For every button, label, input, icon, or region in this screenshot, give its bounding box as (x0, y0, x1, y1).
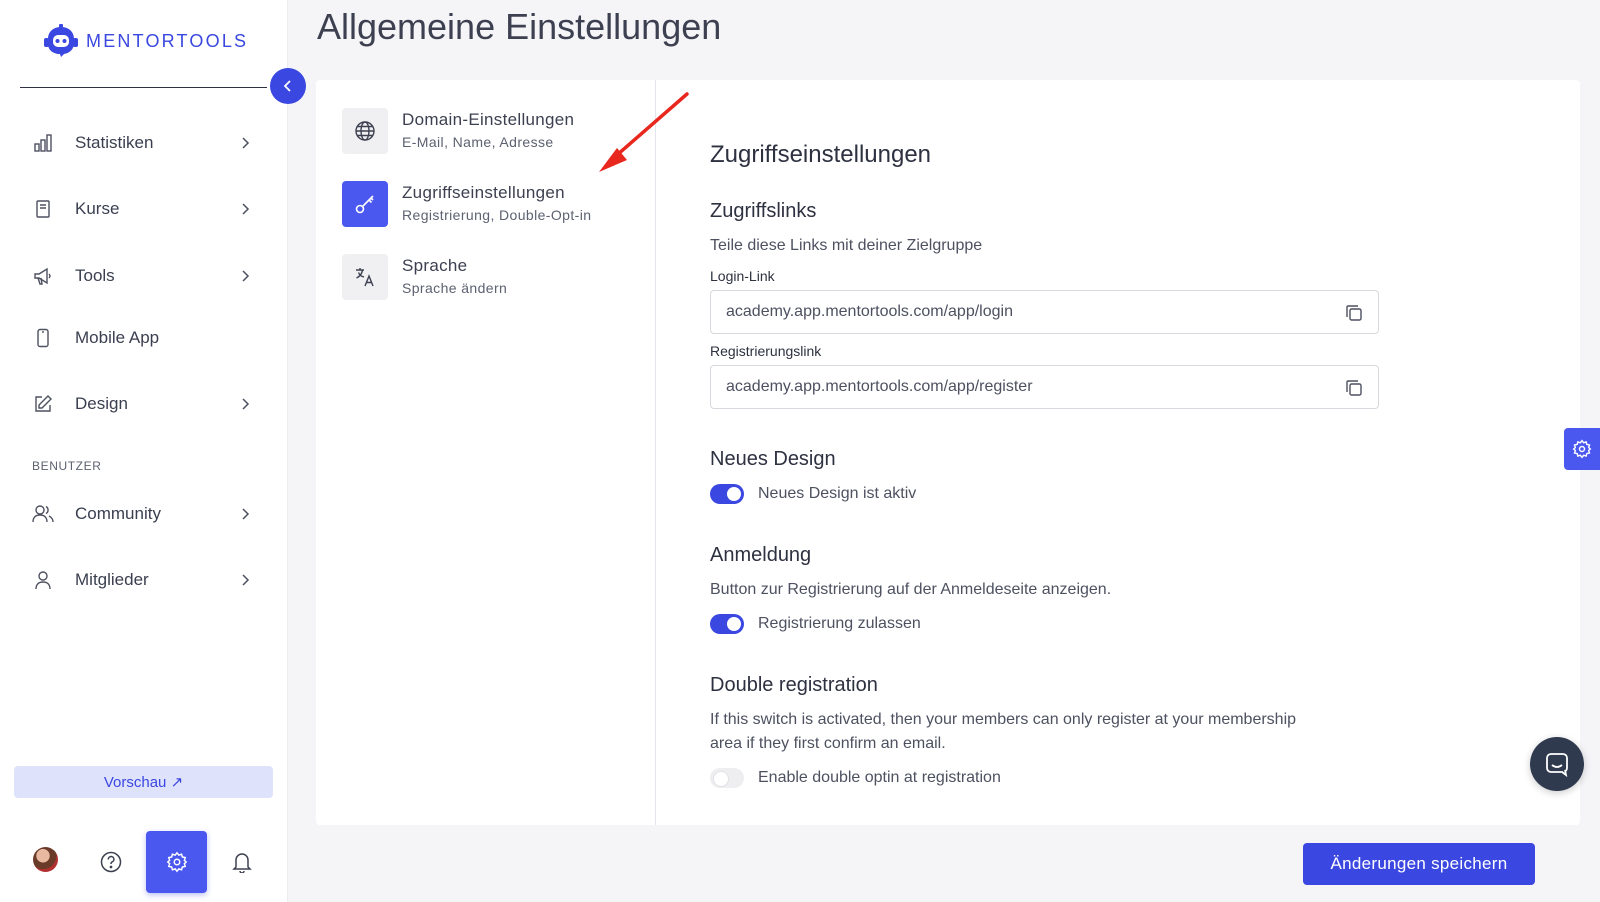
registration-toggle[interactable] (710, 614, 744, 634)
description-line: If this switch is activated, then your m… (710, 711, 1297, 728)
copy-icon[interactable] (1344, 378, 1364, 398)
double-optin-toggle-label: Enable double optin at registration (758, 769, 1001, 786)
sidebar-item-label: Tools (75, 266, 115, 285)
sidebar-item-community[interactable]: Community (32, 494, 252, 534)
settings-button[interactable] (146, 831, 207, 893)
section-heading: Zugriffseinstellungen (710, 141, 932, 168)
links-description: Teile diese Links mit deiner Zielgruppe (710, 237, 983, 254)
register-link-label: Registrierungslink (710, 343, 822, 359)
sidebar-item-tools[interactable]: Tools (32, 256, 252, 296)
double-registration-description: If this switch is activated, then your m… (710, 708, 1296, 756)
megaphone-icon (32, 265, 54, 287)
double-optin-toggle[interactable] (710, 768, 744, 788)
edit-icon (32, 393, 54, 415)
settings-nav-sprache[interactable]: Sprache Sprache ändern (342, 254, 632, 302)
mentortools-logo-icon (44, 24, 78, 57)
new-design-toggle[interactable] (710, 484, 744, 504)
registration-toggle-row[interactable]: Registrierung zulassen (710, 614, 921, 634)
settings-nav-zugriff[interactable]: Zugriffseinstellungen Registrierung, Dou… (342, 181, 632, 229)
bar-chart-icon (32, 132, 54, 154)
avatar[interactable] (33, 847, 58, 872)
double-optin-toggle-row[interactable]: Enable double optin at registration (710, 768, 1001, 788)
sidebar-item-label: Community (75, 504, 161, 523)
sidebar-item-label: Mobile App (75, 328, 160, 347)
settings-nav-title: Sprache (402, 256, 468, 275)
chat-icon (1546, 753, 1568, 777)
description-line: area if they first confirm an email. (710, 735, 946, 752)
section-label-benutzer: BENUTZER (32, 459, 102, 473)
chevron-left-icon (283, 80, 291, 92)
sidebar-item-label: Kurse (75, 199, 120, 218)
settings-nav-subtitle: Registrierung, Double-Opt-in (402, 207, 592, 223)
new-design-title: Neues Design (710, 448, 836, 470)
settings-nav-title: Zugriffseinstellungen (402, 183, 565, 202)
preview-button[interactable]: Vorschau ↗ (14, 766, 273, 798)
sidebar: MENTORTOOLS Statistiken Kurse Tools Mobi… (0, 0, 288, 902)
annotation-arrow-icon (599, 92, 689, 172)
login-title: Anmeldung (710, 544, 812, 566)
sidebar-item-mobile-app[interactable]: Mobile App (32, 318, 252, 358)
settings-nav-subtitle: E-Mail, Name, Adresse (402, 134, 554, 150)
settings-nav-title: Domain-Einstellungen (402, 110, 575, 129)
user-icon (32, 569, 54, 591)
chevron-right-icon (242, 508, 250, 520)
links-title: Zugriffslinks (710, 200, 817, 222)
login-link-field[interactable]: academy.app.mentortools.com/app/login (710, 290, 1379, 334)
chevron-right-icon (242, 270, 250, 282)
sidebar-item-mitglieder[interactable]: Mitglieder (32, 560, 252, 600)
globe-icon (342, 108, 388, 154)
card-divider (655, 80, 656, 825)
copy-icon[interactable] (1344, 303, 1364, 323)
translate-icon (342, 254, 388, 300)
sidebar-bottom-bar (0, 831, 288, 893)
double-registration-title: Double registration (710, 674, 878, 696)
bell-icon[interactable] (229, 849, 255, 875)
chevron-right-icon (242, 398, 250, 410)
register-link-value: academy.app.mentortools.com/app/register (726, 378, 1033, 395)
sidebar-item-label: Design (75, 394, 128, 413)
new-design-toggle-row[interactable]: Neues Design ist aktiv (710, 484, 916, 504)
sidebar-item-label: Mitglieder (75, 570, 149, 589)
gear-icon (166, 851, 187, 873)
sidebar-item-label: Statistiken (75, 133, 154, 152)
settings-nav-subtitle: Sprache ändern (402, 280, 508, 296)
chevron-right-icon (242, 203, 250, 215)
gear-icon (1572, 439, 1592, 459)
page-title: Allgemeine Einstellungen (317, 6, 722, 47)
logo[interactable]: MENTORTOOLS (44, 24, 248, 58)
logo-text: MENTORTOOLS (86, 30, 249, 51)
save-button[interactable]: Änderungen speichern (1303, 843, 1535, 885)
login-link-label: Login-Link (710, 268, 775, 284)
key-icon (342, 181, 388, 227)
chevron-right-icon (242, 137, 250, 149)
chat-launcher-button[interactable] (1530, 737, 1584, 791)
register-link-field[interactable]: academy.app.mentortools.com/app/register (710, 365, 1379, 409)
sidebar-item-kurse[interactable]: Kurse (32, 189, 252, 229)
settings-nav-domain[interactable]: Domain-Einstellungen E-Mail, Name, Adres… (342, 108, 632, 156)
floating-settings-button[interactable] (1564, 428, 1600, 470)
logo-divider (20, 87, 267, 88)
login-link-value: academy.app.mentortools.com/app/login (726, 303, 1013, 320)
registration-toggle-label: Registrierung zulassen (758, 615, 921, 632)
sidebar-item-design[interactable]: Design (32, 384, 252, 424)
chevron-right-icon (242, 574, 250, 586)
login-description: Button zur Registrierung auf der Anmelde… (710, 581, 1112, 598)
users-icon (32, 503, 54, 525)
mobile-icon (32, 327, 54, 349)
help-icon[interactable] (98, 849, 124, 875)
sidebar-item-statistiken[interactable]: Statistiken (32, 123, 252, 163)
collapse-sidebar-button[interactable] (270, 68, 306, 104)
book-icon (32, 198, 54, 220)
new-design-toggle-label: Neues Design ist aktiv (758, 485, 917, 502)
